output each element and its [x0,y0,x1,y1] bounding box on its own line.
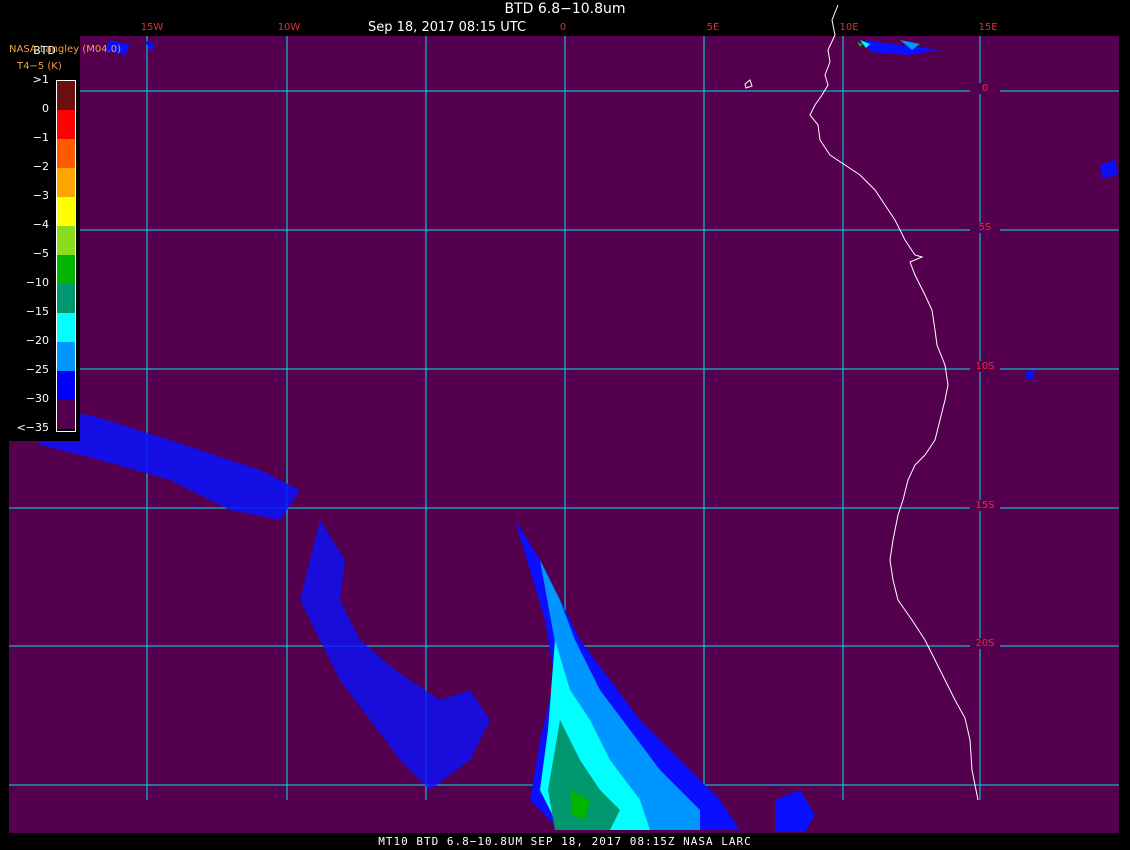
satellite-map [9,4,1119,836]
legend-subtitle: T4−5 (K) [17,61,62,72]
legend-swatch [57,313,75,342]
legend-swatch [57,110,75,139]
longitude-label: 15W [140,22,164,33]
image-datetime: Sep 18, 2017 08:15 UTC [368,20,527,35]
legend-label: −5 [32,247,49,260]
latitude-label: 15S [970,500,1000,511]
latitude-label: 10S [970,361,1000,372]
legend-swatch [57,342,75,371]
legend-label: −30 [25,392,49,405]
longitude-label: 10E [839,22,859,33]
color-legend: BTD T4−5 (K) >1 0 −1 −2 −3 −4 −5 −10 −15 −20 −25 −3… [9,36,80,441]
latitude-label: 5S [970,222,1000,233]
legend-label: −20 [25,334,49,347]
legend-colorbar [56,80,76,432]
latitude-label: 20S [970,638,1000,649]
legend-label: −4 [32,218,49,231]
organization-label: NASA Langley (M04.0) [9,44,121,55]
legend-label: <−35 [16,421,49,434]
legend-label: −10 [25,276,49,289]
legend-label: >1 [32,73,49,86]
legend-swatch [57,371,75,400]
longitude-label: 15E [978,22,998,33]
legend-label: −15 [25,305,49,318]
latitude-label: 0 [970,83,1000,94]
longitude-label: 10W [277,22,301,33]
legend-swatch [57,139,75,168]
legend-swatch [57,226,75,255]
legend-label: 0 [42,102,49,115]
legend-swatch [57,197,75,226]
footer-caption: MT10 BTD 6.8−10.8UM SEP 18, 2017 08:15Z … [0,833,1130,850]
legend-swatch [57,168,75,197]
image-title: BTD 6.8−10.8um [504,1,626,17]
longitude-label: 5E [706,22,720,33]
legend-label: −25 [25,363,49,376]
legend-label: −2 [32,160,49,173]
legend-label: −1 [32,131,49,144]
legend-swatch [57,81,75,110]
legend-swatch [57,255,75,284]
longitude-label: 0 [559,22,567,33]
legend-swatch [57,284,75,313]
legend-swatch [57,400,75,429]
legend-label: −3 [32,189,49,202]
